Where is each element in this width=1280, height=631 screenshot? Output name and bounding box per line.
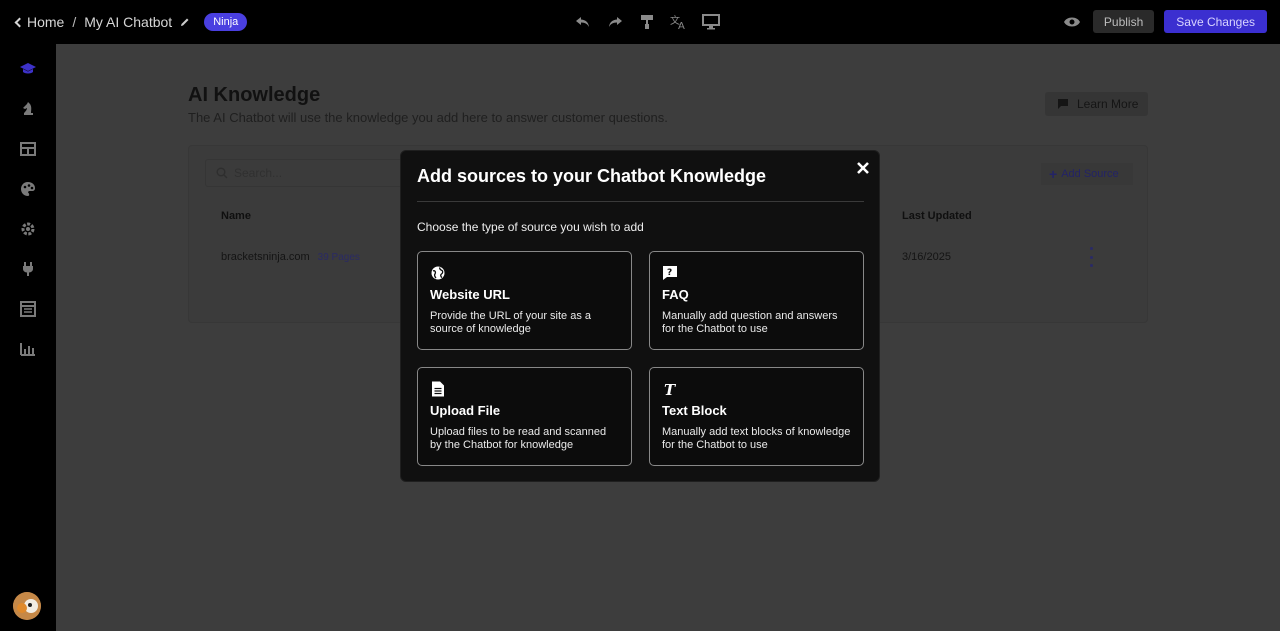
breadcrumb: Home / My AI Chatbot Ninja: [14, 0, 248, 44]
home-link[interactable]: Home: [14, 14, 65, 30]
page-title: AI Knowledge: [188, 84, 321, 106]
option-title: Upload File: [430, 403, 501, 418]
faq-icon: ?: [663, 266, 677, 280]
chess-knight-icon[interactable]: [19, 100, 37, 118]
source-name: bracketsninja.com: [221, 251, 310, 263]
learn-more-button[interactable]: Learn More: [1045, 92, 1148, 116]
close-icon[interactable]: [855, 160, 871, 176]
last-updated-cell: 3/16/2025: [902, 251, 951, 263]
topbar-actions: Publish Save Changes: [1061, 10, 1267, 33]
option-title: Text Block: [662, 403, 727, 418]
add-source-label: Add Source: [1061, 168, 1119, 180]
table-row[interactable]: bracketsninja.com 39 Pages: [221, 251, 360, 263]
globe-icon: [431, 266, 445, 280]
analytics-icon[interactable]: [19, 340, 37, 358]
column-header-last-updated[interactable]: Last Updated: [902, 210, 972, 222]
svg-text:T: T: [664, 381, 677, 397]
svg-text:A: A: [678, 21, 685, 30]
modal-title: Add sources to your Chatbot Knowledge: [417, 166, 767, 186]
option-website-url[interactable]: Website URL Provide the URL of your site…: [417, 251, 632, 350]
option-upload-file[interactable]: Upload File Upload files to be read and …: [417, 367, 632, 466]
format-painter-icon[interactable]: [636, 11, 658, 33]
avatar[interactable]: [13, 592, 41, 620]
add-source-modal: Add sources to your Chatbot Knowledge Ch…: [400, 150, 880, 482]
option-description: Upload files to be read and scanned by t…: [430, 426, 607, 451]
eye-icon[interactable]: [1061, 11, 1083, 33]
plus-icon: +: [1049, 166, 1058, 182]
search-input[interactable]: Search...: [205, 159, 405, 187]
page-subtitle: The AI Chatbot will use the knowledge yo…: [188, 110, 668, 125]
editor-toolbar: 文A: [572, 11, 722, 33]
home-label: Home: [27, 14, 65, 30]
gear-icon[interactable]: [19, 220, 37, 238]
top-bar: Home / My AI Chatbot Ninja 文A Publish Sa…: [0, 0, 1280, 44]
add-source-button[interactable]: + Add Source: [1041, 163, 1133, 185]
more-options-icon[interactable]: [1089, 247, 1093, 267]
plan-badge: Ninja: [204, 13, 248, 31]
palette-icon[interactable]: [19, 180, 37, 198]
search-icon: [216, 167, 228, 179]
redo-icon[interactable]: [604, 11, 626, 33]
table-icon[interactable]: [19, 140, 37, 158]
option-faq[interactable]: ? FAQ Manually add question and answers …: [649, 251, 864, 350]
option-title: FAQ: [662, 287, 689, 302]
option-text-block[interactable]: T Text Block Manually add text blocks of…: [649, 367, 864, 466]
chat-icon: [1058, 99, 1068, 109]
modal-divider: [417, 201, 864, 202]
option-title: Website URL: [430, 287, 510, 302]
option-description: Provide the URL of your site as a source…: [430, 310, 592, 335]
option-description: Manually add question and answers for th…: [662, 310, 838, 335]
column-header-name[interactable]: Name: [221, 210, 251, 222]
translate-icon[interactable]: 文A: [668, 11, 690, 33]
layout-icon[interactable]: [19, 300, 37, 318]
pencil-icon[interactable]: [180, 17, 190, 27]
option-description: Manually add text blocks of knowledge fo…: [662, 426, 851, 451]
app-name[interactable]: My AI Chatbot: [84, 14, 172, 30]
publish-button[interactable]: Publish: [1092, 10, 1155, 33]
plug-icon[interactable]: [19, 260, 37, 278]
modal-instruction: Choose the type of source you wish to ad…: [417, 220, 644, 234]
breadcrumb-separator: /: [72, 14, 77, 30]
graduation-cap-icon[interactable]: [19, 60, 37, 78]
desktop-preview-icon[interactable]: [700, 11, 722, 33]
chevron-left-icon: [14, 17, 25, 27]
svg-text:?: ?: [667, 268, 672, 278]
undo-icon[interactable]: [572, 11, 594, 33]
text-icon: T: [664, 381, 677, 397]
search-placeholder: Search...: [234, 166, 283, 180]
sidebar: [0, 44, 56, 631]
file-icon: [432, 381, 444, 397]
pages-badge: 39 Pages: [317, 251, 360, 263]
save-changes-button[interactable]: Save Changes: [1164, 10, 1267, 33]
learn-more-label: Learn More: [1077, 97, 1139, 111]
